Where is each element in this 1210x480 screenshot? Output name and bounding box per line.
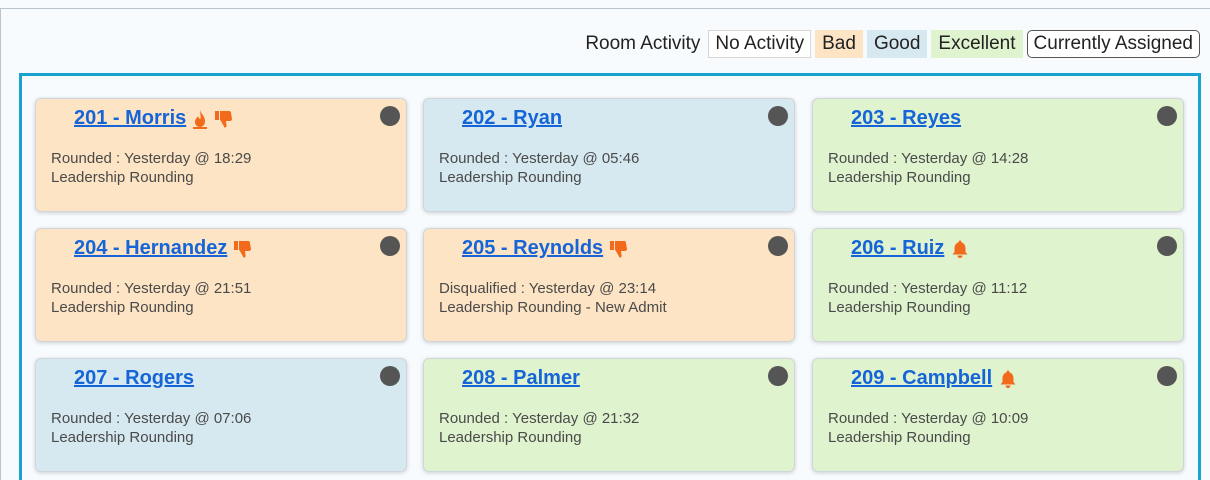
room-card[interactable]: 203 - Reyes Rounded : Yesterday @ 14:28 Le… [812,98,1184,212]
round-type-text: Leadership Rounding [51,299,194,316]
room-link[interactable]: 208 - Palmer [462,367,580,390]
room-details: Rounded : Yesterday @ 14:28 Leadership Ro… [828,149,1028,187]
room-card[interactable]: 206 - Ruiz Rounded : Yesterday @ 11:12 Lea… [812,228,1184,342]
room-details: Rounded : Yesterday @ 18:29 Leadership Ro… [51,149,251,187]
round-status-text: Rounded : Yesterday @ 07:06 [51,410,252,427]
legend-currently-assigned: Currently Assigned [1026,30,1200,58]
room-card[interactable]: 201 - Morris Rounded : Yesterday @ 18:29 L… [35,98,407,212]
room-details: Rounded : Yesterday @ 11:12 Leadership Ro… [828,279,1027,317]
legend-excellent: Excellent [931,30,1023,58]
assignment-status-dot[interactable] [1157,366,1177,386]
round-status-text: Rounded : Yesterday @ 11:12 [828,280,1028,297]
bell-icon [950,239,970,259]
room-details: Rounded : Yesterday @ 21:32 Leadership Ro… [439,409,639,447]
room-card-header: 205 - Reynolds [462,237,629,260]
round-type-text: Leadership Rounding [828,299,971,316]
round-type-text: Leadership Rounding [828,429,971,446]
room-card-header: 204 - Hernandez [74,237,253,260]
room-link[interactable]: 207 - Rogers [74,367,194,390]
room-card-header: 206 - Ruiz [851,237,970,260]
room-card[interactable]: 202 - Ryan Rounded : Yesterday @ 05:46 Lea… [423,98,795,212]
room-card-header: 202 - Ryan [462,107,562,130]
room-link[interactable]: 209 - Campbell [851,367,992,390]
assignment-status-dot[interactable] [768,236,788,256]
assignment-status-dot[interactable] [1157,236,1177,256]
round-status-text: Disqualified : Yesterday @ 23:14 [439,280,657,297]
fire-icon [192,109,208,129]
assignment-status-dot[interactable] [768,366,788,386]
round-status-text: Rounded : Yesterday @ 18:29 [51,150,252,167]
round-type-text: Leadership Rounding [439,169,582,186]
room-link[interactable]: 206 - Ruiz [851,237,944,260]
thumbs-down-icon [214,109,234,129]
legend-good: Good [866,30,928,58]
assignment-status-dot[interactable] [380,366,400,386]
round-type-text: Leadership Rounding - New Admit [439,299,667,316]
assignment-status-dot[interactable] [380,236,400,256]
room-link[interactable]: 202 - Ryan [462,107,562,130]
room-link[interactable]: 205 - Reynolds [462,237,603,260]
room-card[interactable]: 208 - Palmer Rounded : Yesterday @ 21:32 L… [423,358,795,472]
bell-icon [998,369,1018,389]
round-status-text: Rounded : Yesterday @ 05:46 [439,150,640,167]
room-card-header: 207 - Rogers [74,367,194,390]
room-link[interactable]: 204 - Hernandez [74,237,227,260]
room-details: Rounded : Yesterday @ 07:06 Leadership Ro… [51,409,251,447]
room-details: Rounded : Yesterday @ 05:46 Leadership Ro… [439,149,639,187]
round-type-text: Leadership Rounding [51,169,194,186]
thumbs-down-icon [609,239,629,259]
room-card[interactable]: 204 - Hernandez Rounded : Yesterday @ 21:… [35,228,407,342]
legend-title: Room Activity [585,33,701,54]
room-card-header: 203 - Reyes [851,107,961,130]
assignment-status-dot[interactable] [380,106,400,126]
room-card-header: 208 - Palmer [462,367,580,390]
room-details: Rounded : Yesterday @ 10:09 Leadership Ro… [828,409,1028,447]
room-card[interactable]: 209 - Campbell Rounded : Yesterday @ 10:0… [812,358,1184,472]
room-card-header: 201 - Morris [74,107,234,130]
round-status-text: Rounded : Yesterday @ 21:51 [51,280,252,297]
legend-no-activity: No Activity [708,30,812,58]
room-card-header: 209 - Campbell [851,367,1018,390]
round-type-text: Leadership Rounding [439,429,582,446]
room-activity-legend: Room Activity No Activity Bad Good Excel… [585,30,1200,58]
round-type-text: Leadership Rounding [828,169,971,186]
room-link[interactable]: 203 - Reyes [851,107,961,130]
assignment-status-dot[interactable] [768,106,788,126]
thumbs-down-icon [233,239,253,259]
room-link[interactable]: 201 - Morris [74,107,186,130]
room-card[interactable]: 207 - Rogers Rounded : Yesterday @ 07:06 L… [35,358,407,472]
room-details: Disqualified : Yesterday @ 23:14 Leadersh… [439,279,667,317]
room-details: Rounded : Yesterday @ 21:51 Leadership Ro… [51,279,251,317]
room-card[interactable]: 205 - Reynolds Disqualified : Yesterday @… [423,228,795,342]
round-status-text: Rounded : Yesterday @ 10:09 [828,410,1029,427]
assignment-status-dot[interactable] [1157,106,1177,126]
round-status-text: Rounded : Yesterday @ 21:32 [439,410,640,427]
round-status-text: Rounded : Yesterday @ 14:28 [828,150,1029,167]
legend-bad: Bad [815,30,863,58]
round-type-text: Leadership Rounding [51,429,194,446]
